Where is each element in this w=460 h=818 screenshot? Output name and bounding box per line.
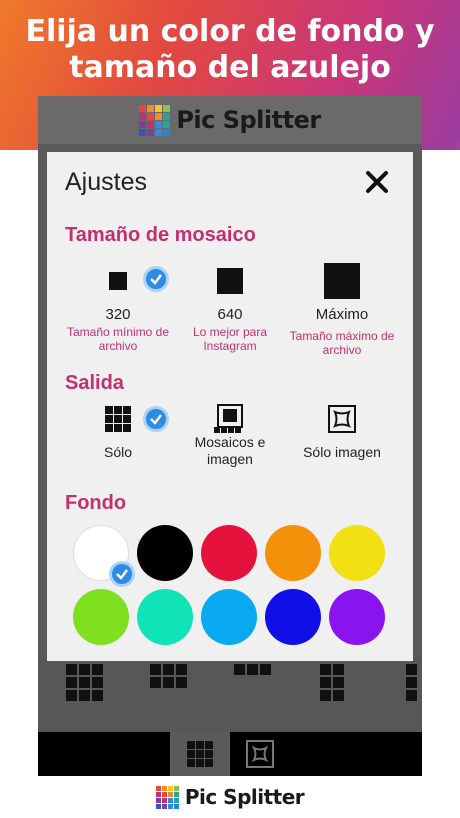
tile-thumb[interactable] bbox=[234, 664, 271, 675]
headline-line-2: tamaño del azulejo bbox=[69, 50, 391, 85]
tile-thumb[interactable] bbox=[66, 664, 103, 701]
tiles-and-image-icon bbox=[214, 404, 243, 433]
settings-dialog: Ajustes Tamaño de mosaico 320 Tamaño mín… bbox=[47, 152, 413, 661]
option-value: Máximo bbox=[315, 306, 369, 323]
output-heading: Salida bbox=[65, 372, 124, 394]
color-swatch[interactable] bbox=[73, 589, 129, 645]
color-swatch[interactable] bbox=[201, 525, 257, 581]
bottom-toolbar bbox=[38, 732, 422, 776]
color-swatch[interactable] bbox=[329, 589, 385, 645]
selected-check-icon bbox=[143, 406, 169, 432]
color-swatch[interactable] bbox=[329, 525, 385, 581]
promo-headline: Elija un color de fondo y tamaño del azu… bbox=[0, 14, 460, 86]
tile-thumb[interactable] bbox=[406, 664, 417, 701]
background-heading: Fondo bbox=[65, 492, 127, 514]
dialog-title: Ajustes bbox=[65, 168, 147, 196]
color-swatch[interactable] bbox=[265, 525, 321, 581]
app-logo-icon bbox=[139, 104, 171, 136]
selected-check-icon bbox=[109, 561, 135, 587]
tile-thumb[interactable] bbox=[150, 664, 187, 688]
small-square-icon bbox=[109, 272, 127, 290]
close-icon[interactable] bbox=[363, 168, 391, 196]
option-label: Sólo imagen bbox=[303, 444, 381, 460]
app-logo-icon bbox=[155, 785, 179, 809]
output-option-image-only[interactable]: Sólo imagen bbox=[287, 404, 397, 461]
large-square-icon bbox=[324, 263, 360, 299]
tile-size-option-max[interactable]: Máximo Tamaño máximo de archivo bbox=[287, 263, 397, 357]
color-swatch[interactable] bbox=[137, 525, 193, 581]
option-label: Mosaicos e imagen bbox=[194, 434, 266, 467]
tile-preview-row bbox=[38, 656, 422, 732]
option-description: Tamaño mínimo de archivo bbox=[66, 325, 170, 353]
image-frame-icon bbox=[328, 405, 356, 433]
option-value: 320 bbox=[105, 306, 131, 323]
footer-brand-name: Pic Splitter bbox=[184, 785, 305, 809]
option-value: 640 bbox=[217, 306, 243, 323]
tile-size-option-640[interactable]: 640 Lo mejor para Instagram bbox=[175, 264, 285, 353]
image-frame-icon bbox=[246, 740, 274, 768]
image-mode-button[interactable] bbox=[230, 732, 290, 776]
color-swatch[interactable] bbox=[265, 589, 321, 645]
tile-thumb[interactable] bbox=[320, 664, 344, 701]
option-label: Sólo bbox=[103, 444, 133, 460]
output-option-tiles-and-image[interactable]: Mosaicos e imagen bbox=[175, 404, 285, 468]
tile-size-heading: Tamaño de mosaico bbox=[65, 224, 256, 246]
app-title: Pic Splitter bbox=[176, 106, 321, 134]
selected-check-icon bbox=[143, 266, 169, 292]
color-swatch[interactable] bbox=[137, 589, 193, 645]
option-description: Lo mejor para Instagram bbox=[192, 325, 268, 353]
headline-line-1: Elija un color de fondo y bbox=[25, 14, 435, 49]
footer-brand: Pic Splitter bbox=[0, 785, 460, 809]
grid-mode-button[interactable] bbox=[170, 732, 230, 776]
medium-square-icon bbox=[217, 268, 243, 294]
grid-icon bbox=[187, 741, 213, 767]
option-description: Tamaño máximo de archivo bbox=[289, 329, 395, 357]
app-header: Pic Splitter bbox=[38, 96, 422, 144]
grid-icon bbox=[105, 406, 131, 432]
color-swatch[interactable] bbox=[201, 589, 257, 645]
